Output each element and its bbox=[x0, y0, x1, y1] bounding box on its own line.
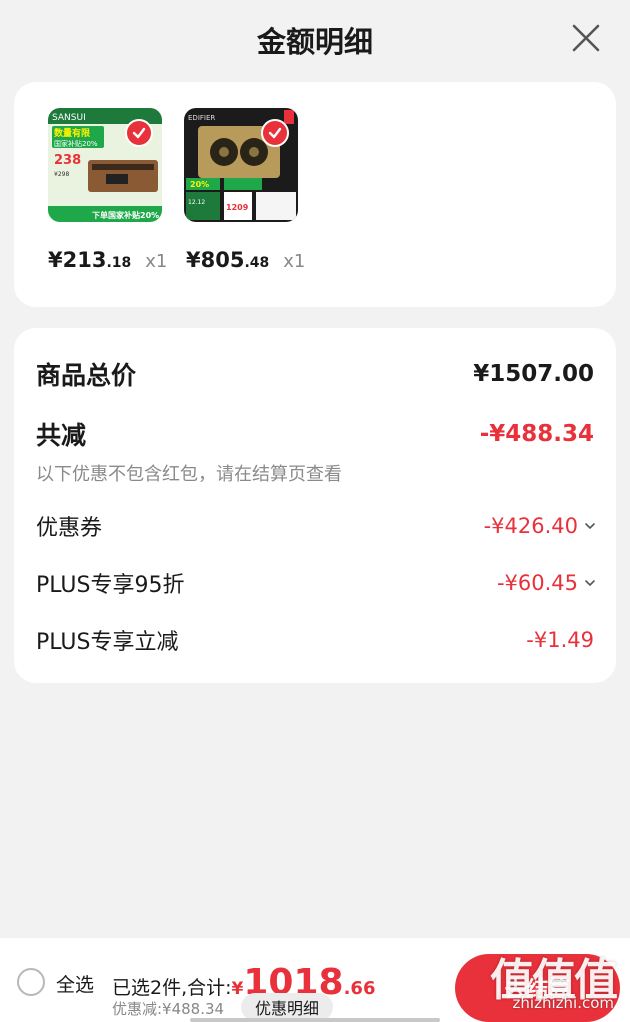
plus-discount-label: PLUS专享95折 bbox=[36, 573, 185, 598]
svg-text:238: 238 bbox=[54, 153, 81, 168]
select-all-radio[interactable] bbox=[17, 968, 45, 996]
products-card: SANSUI 数量有限 国家补贴20% 238 ¥298 下单国家补贴20% ¥… bbox=[14, 82, 616, 307]
discount-detail-button[interactable]: 优惠明细 bbox=[241, 993, 333, 1021]
price-detail-card: 商品总价 ¥1507.00 共减 -¥488.34 以下优惠不包含红包，请在结算… bbox=[14, 328, 616, 683]
svg-text:数量有限: 数量有限 bbox=[54, 127, 91, 139]
coupon-row[interactable]: 优惠券 -¥426.40 bbox=[36, 510, 596, 542]
chevron-down-icon[interactable] bbox=[584, 577, 596, 589]
product-image[interactable]: EDIFIER 20% 12.12 1209 bbox=[184, 108, 298, 222]
svg-text:1209: 1209 bbox=[226, 203, 249, 212]
price-decimal: .18 bbox=[106, 255, 132, 271]
plus-discount-value: -¥60.45 bbox=[496, 571, 578, 595]
coupon-label: 优惠券 bbox=[36, 516, 103, 541]
total-price-value: ¥1507.00 bbox=[473, 361, 594, 387]
product-item[interactable]: EDIFIER 20% 12.12 1209 ¥805 .48 x1 bbox=[184, 108, 305, 272]
product-item[interactable]: SANSUI 数量有限 国家补贴20% 238 ¥298 下单国家补贴20% ¥… bbox=[48, 108, 167, 272]
svg-text:¥298: ¥298 bbox=[54, 171, 69, 178]
product-image[interactable]: SANSUI 数量有限 国家补贴20% 238 ¥298 下单国家补贴20% bbox=[48, 108, 162, 222]
total-decimal: .66 bbox=[343, 978, 376, 999]
modal-header: 金额明细 bbox=[0, 0, 630, 80]
selected-check-icon[interactable] bbox=[261, 119, 289, 147]
svg-text:12.12: 12.12 bbox=[188, 199, 205, 206]
svg-text:20%: 20% bbox=[190, 180, 209, 189]
discount-summary: 优惠减:¥488.34 bbox=[112, 1000, 225, 1018]
coupon-value-group[interactable]: -¥426.40 bbox=[483, 514, 596, 538]
plus-reduce-value: -¥1.49 bbox=[526, 628, 594, 652]
product-price: ¥805 .48 x1 bbox=[186, 248, 305, 272]
selected-check-icon[interactable] bbox=[125, 119, 153, 147]
close-icon[interactable] bbox=[570, 22, 602, 54]
order-summary: 已选2件,合计: ¥ 1018 .66 bbox=[112, 965, 375, 1001]
total-price-label: 商品总价 bbox=[36, 361, 137, 390]
plus-discount-row[interactable]: PLUS专享95折 -¥60.45 bbox=[36, 567, 596, 599]
reduce-value: -¥488.34 bbox=[479, 421, 594, 447]
coupon-value: -¥426.40 bbox=[483, 514, 578, 538]
total-price-row: 商品总价 ¥1507.00 bbox=[36, 356, 594, 392]
plus-reduce-row: PLUS专享立减 -¥1.49 bbox=[36, 624, 594, 656]
quantity: x1 bbox=[145, 251, 168, 272]
quantity: x1 bbox=[283, 251, 306, 272]
brand-text: SANSUI bbox=[52, 113, 86, 123]
svg-text:国家补贴20%: 国家补贴20% bbox=[54, 139, 98, 148]
reduce-label: 共减 bbox=[36, 421, 87, 450]
checkout-bar: 全选 已选2件,合计: ¥ 1018 .66 优惠减:¥488.34 优惠明细 … bbox=[0, 938, 630, 1022]
total-currency: ¥ bbox=[231, 979, 244, 999]
svg-text:EDIFIER: EDIFIER bbox=[188, 114, 215, 122]
price-integer: ¥805 bbox=[186, 248, 245, 272]
selected-count-text: 已选2件,合计: bbox=[112, 977, 232, 999]
checkout-button[interactable]: 去结算 bbox=[455, 954, 620, 1022]
price-integer: ¥213 bbox=[48, 248, 107, 272]
reduce-row: 共减 -¥488.34 bbox=[36, 416, 594, 452]
home-indicator bbox=[190, 1018, 440, 1022]
plus-reduce-label: PLUS专享立减 bbox=[36, 630, 179, 655]
chevron-down-icon[interactable] bbox=[584, 520, 596, 532]
page-title: 金额明细 bbox=[256, 25, 373, 59]
svg-text:下单国家补贴20%: 下单国家补贴20% bbox=[92, 210, 159, 220]
discount-note: 以下优惠不包含红包，请在结算页查看 bbox=[36, 464, 342, 485]
price-decimal: .48 bbox=[244, 255, 270, 271]
product-price: ¥213 .18 x1 bbox=[48, 248, 167, 272]
select-all-label[interactable]: 全选 bbox=[56, 970, 94, 997]
plus-discount-value-group[interactable]: -¥60.45 bbox=[496, 571, 596, 595]
